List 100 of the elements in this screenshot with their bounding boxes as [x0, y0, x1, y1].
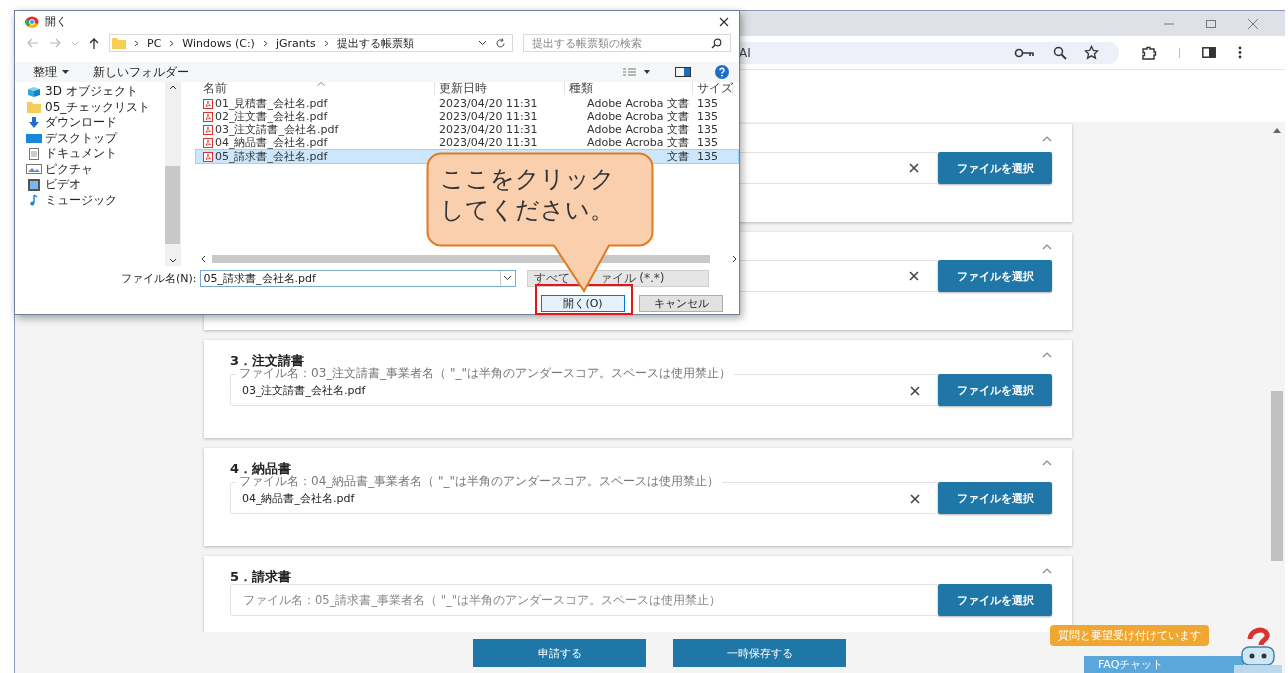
file-name-label: ファイル名(N):: [121, 270, 197, 286]
refresh-icon[interactable]: [495, 37, 506, 49]
file-row[interactable]: 02_注文書_会社名.pdf 2023/04/20 11:31 Adobe Acroba 文書 135: [199, 110, 739, 123]
tree-item[interactable]: デスクトップ: [20, 130, 165, 146]
clear-icon[interactable]: [909, 271, 919, 281]
column-header[interactable]: 名前: [199, 82, 435, 95]
file-name-field[interactable]: ファイル名：03_注文請書_事業者名（ "_"は半角のアンダースコア。スペースは使用禁止） 03_注文請書_会社名.pdf: [230, 368, 938, 406]
key-icon[interactable]: [1014, 47, 1036, 58]
file-size: 135: [696, 97, 719, 110]
help-icon[interactable]: [715, 65, 729, 79]
document-icon: [26, 147, 42, 160]
file-row[interactable]: 03_注文請書_会社名.pdf 2023/04/20 11:31 Adobe Acroba 文書 135: [199, 123, 739, 136]
extension-icon[interactable]: [1141, 45, 1157, 60]
download-arrow-icon: [26, 116, 42, 129]
file-row[interactable]: 01_見積書_会社名.pdf 2023/04/20 11:31 Adobe Acroba 文書 135: [199, 97, 739, 110]
file-type: Adobe Acroba 文書: [587, 97, 689, 110]
search-field[interactable]: 提出する帳票類の検索: [523, 34, 731, 52]
file-name: 03_注文請書_会社名.pdf: [215, 123, 339, 136]
menu-icon[interactable]: [1238, 46, 1242, 59]
field-label: ファイル名：04_納品書_事業者名（ "_"は半角のアンダースコア。スペースは使用禁止）: [236, 475, 723, 488]
command-button[interactable]: 新しいフォルダー: [93, 63, 189, 81]
tree-item[interactable]: ミュージック: [20, 192, 165, 208]
file-name-field[interactable]: ファイル名：04_納品書_事業者名（ "_"は半角のアンダースコア。スペースは使用禁止） 04_納品書_会社名.pdf: [230, 476, 938, 514]
tree-item[interactable]: ピクチャ: [20, 161, 165, 177]
video-icon: [26, 178, 42, 191]
dialog-button[interactable]: 開く(O): [541, 295, 625, 312]
breadcrumb-item[interactable]: Windows (C:): [182, 36, 255, 50]
scroll-left-icon[interactable]: [201, 254, 206, 263]
breadcrumb-item[interactable]: jGrants: [275, 36, 316, 50]
scrollbar-thumb[interactable]: [212, 254, 710, 263]
clear-icon[interactable]: [910, 493, 920, 504]
callout-text: ここをクリック してください。: [440, 164, 615, 226]
choose-file-button[interactable]: ファイルを選択: [938, 374, 1052, 406]
breadcrumb-item[interactable]: 提出する帳票類: [336, 35, 414, 51]
sort-caret-icon: [317, 82, 325, 86]
choose-file-button[interactable]: ファイルを選択: [938, 584, 1052, 616]
star-icon[interactable]: [1084, 45, 1099, 60]
chevron-icon[interactable]: [1042, 244, 1052, 250]
file-type: Adobe Acroba 文書: [587, 110, 689, 123]
file-name-input[interactable]: 05_請求書_会社名.pdf: [199, 269, 516, 287]
file-date: 2023/04/20 11:31: [439, 123, 538, 136]
command-button[interactable]: 整理: [33, 63, 69, 81]
tree-item[interactable]: 3D オブジェクト: [20, 84, 165, 100]
pdf-file-icon: [203, 98, 213, 109]
file-size: 135: [696, 136, 719, 149]
card-title: 5．請求書: [230, 568, 292, 586]
pdf-file-icon: [203, 137, 213, 148]
file-name-field[interactable]: ファイル名：05_請求書_事業者名（ "_"は半角のアンダースコア。スペースは使用禁止）: [230, 584, 938, 616]
scrollbar-thumb[interactable]: [1270, 391, 1283, 561]
column-header[interactable]: サイズ: [693, 82, 733, 95]
tree-item[interactable]: ビデオ: [20, 177, 165, 193]
browser-logo-icon: [25, 15, 39, 28]
choose-file-button[interactable]: ファイルを選択: [938, 152, 1052, 184]
breadcrumb-item[interactable]: PC: [147, 36, 162, 50]
up-arrow-icon[interactable]: [89, 37, 99, 49]
file-row[interactable]: 04_納品書_会社名.pdf 2023/04/20 11:31 Adobe Acroba 文書 135: [199, 136, 739, 149]
column-header[interactable]: 更新日時: [435, 82, 565, 95]
clear-icon[interactable]: [909, 163, 919, 173]
search-icon[interactable]: [711, 37, 722, 49]
footer-button[interactable]: 申請する: [473, 639, 646, 667]
chevron-icon[interactable]: [1042, 460, 1052, 466]
dropdown-value: すべて: [533, 269, 570, 287]
chevron-icon[interactable]: [1042, 568, 1052, 574]
pdf-file-icon: [203, 151, 213, 162]
tree-item[interactable]: ドキュメント: [20, 146, 165, 162]
column-header[interactable]: 種類: [565, 82, 693, 95]
dialog-button[interactable]: キャンセル: [639, 295, 723, 312]
clear-icon[interactable]: [910, 385, 920, 396]
preview-pane-icon[interactable]: [675, 67, 691, 77]
choose-file-button[interactable]: ファイルを選択: [938, 482, 1052, 514]
zoom-icon[interactable]: [1053, 45, 1067, 60]
dropdown-caret-icon[interactable]: [503, 275, 513, 281]
scrollbar-thumb[interactable]: [165, 166, 180, 244]
scrollbar[interactable]: [165, 82, 180, 266]
address-field[interactable]: PC Windows (C:) jGrants 提出する帳票類: [109, 34, 513, 52]
file-name: 01_見積書_会社名.pdf: [215, 97, 328, 110]
chevron-icon: [134, 39, 139, 47]
field-value: 04_納品書_会社名.pdf: [242, 491, 355, 506]
file-size: 135: [696, 123, 719, 136]
file-type: Adobe Acroba 文書: [587, 136, 689, 149]
scroll-down-icon[interactable]: [168, 258, 177, 263]
chevron-icon[interactable]: [1042, 136, 1052, 142]
field-value: 03_注文請書_会社名.pdf: [242, 383, 366, 398]
scroll-up-icon[interactable]: [168, 85, 177, 90]
scroll-right-icon[interactable]: [732, 254, 737, 263]
scrollbar[interactable]: [199, 253, 739, 264]
footer-button[interactable]: 一時保存する: [673, 639, 846, 667]
tree-item[interactable]: ダウンロード: [20, 115, 165, 131]
maximize-icon[interactable]: [1205, 17, 1217, 30]
tree-item[interactable]: 05_チェックリスト: [20, 99, 165, 115]
address-text: AI: [739, 45, 751, 60]
file-type: Adobe Acroba 文書: [587, 123, 689, 136]
scroll-up-icon[interactable]: [1272, 128, 1281, 133]
sidebar-icon[interactable]: [1202, 47, 1216, 58]
close-icon[interactable]: [719, 16, 729, 27]
choose-file-button[interactable]: ファイルを選択: [938, 260, 1052, 292]
dropdown-value: ァイル (*.*): [599, 269, 665, 287]
chevron-icon[interactable]: [1042, 352, 1052, 358]
dropdown-caret-icon[interactable]: [478, 40, 487, 46]
view-options-icon[interactable]: [623, 68, 651, 76]
